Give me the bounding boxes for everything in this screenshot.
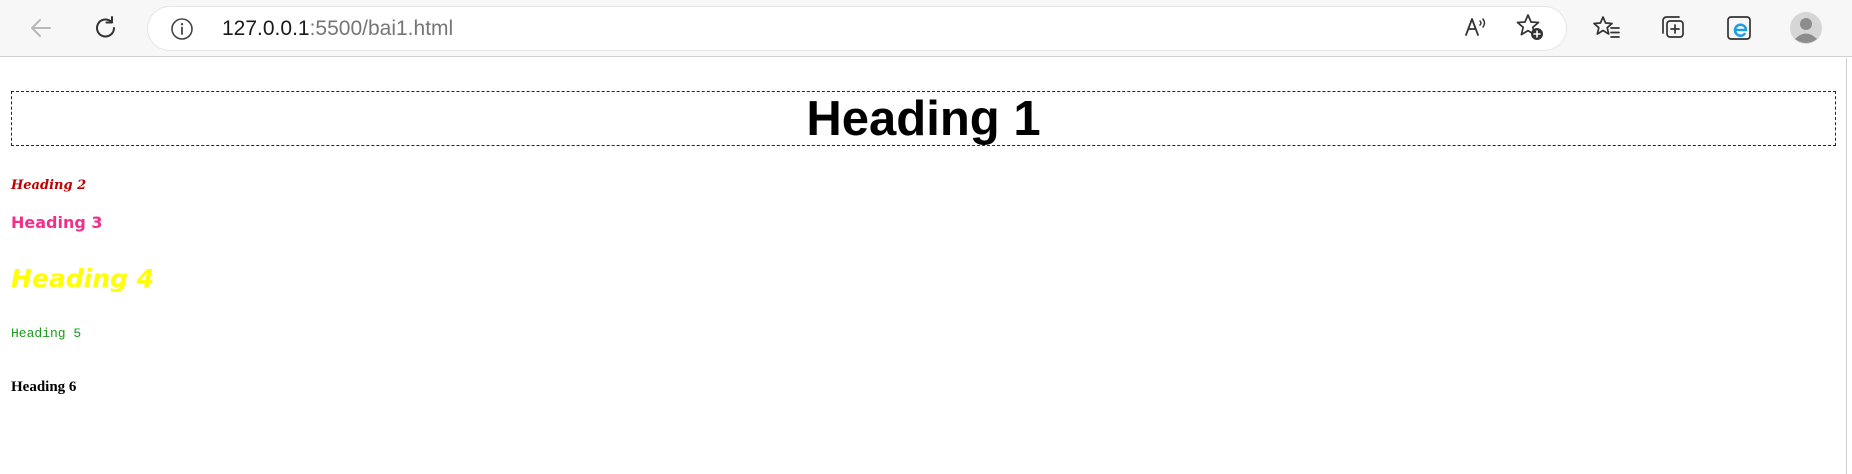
back-button[interactable] [21, 8, 61, 48]
read-aloud-button[interactable] [1458, 11, 1494, 47]
page-scrollbar[interactable] [1847, 58, 1852, 474]
heading-1: Heading 1 [806, 92, 1041, 146]
read-aloud-icon [1462, 13, 1490, 46]
address-url[interactable]: 127.0.0.1:5500/bai1.html [222, 18, 453, 40]
ie-mode-button[interactable] [1719, 8, 1759, 48]
page-content: Heading 1 Heading 2 Heading 3 Heading 4 … [0, 58, 1847, 474]
browser-toolbar: 127.0.0.1:5500/bai1.html [0, 0, 1852, 57]
address-bar[interactable]: 127.0.0.1:5500/bai1.html [148, 7, 1566, 50]
address-host: 127.0.0.1 [222, 17, 310, 40]
favorites-list-icon [1592, 13, 1622, 43]
avatar-icon [1789, 11, 1823, 45]
info-icon[interactable] [170, 17, 194, 41]
collections-icon [1658, 13, 1688, 43]
favorites-button[interactable] [1587, 8, 1627, 48]
heading-2: Heading 2 [11, 178, 87, 193]
heading-5: Heading 5 [11, 326, 82, 341]
profile-button[interactable] [1786, 8, 1826, 48]
heading-6: Heading 6 [11, 379, 77, 395]
add-favorite-button[interactable] [1512, 11, 1548, 47]
reload-button[interactable] [86, 8, 126, 48]
arrow-left-icon [28, 15, 54, 41]
heading-1-box: Heading 1 [11, 91, 1836, 146]
star-plus-icon [1515, 12, 1545, 47]
reload-icon [92, 14, 120, 42]
address-path: :5500/bai1.html [309, 17, 454, 40]
collections-button[interactable] [1653, 8, 1693, 48]
heading-4: Heading 4 [11, 264, 155, 293]
heading-3: Heading 3 [11, 213, 103, 232]
ie-mode-icon [1724, 13, 1754, 43]
